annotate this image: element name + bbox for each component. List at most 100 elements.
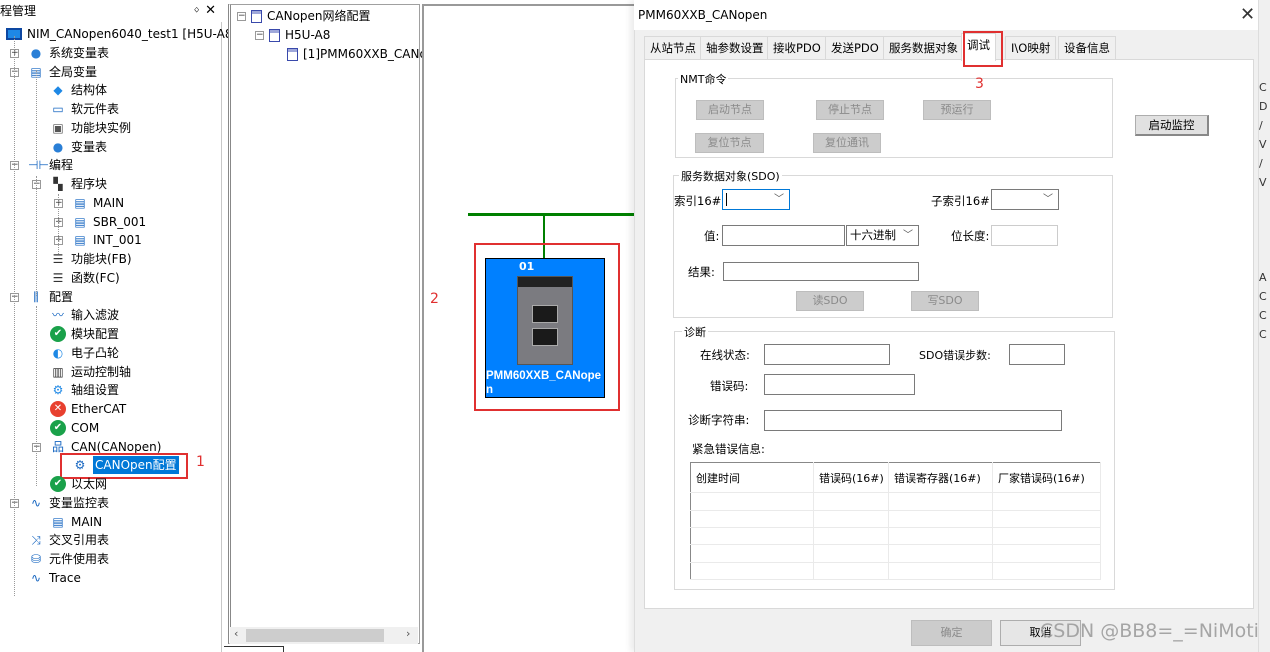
tree-item[interactable]: ▤ MAIN	[72, 194, 124, 212]
stop-node-button[interactable]: 停止节点	[816, 100, 884, 120]
tree-item[interactable]: 〰输入滤波	[50, 306, 119, 324]
collapse-icon[interactable]: −	[237, 12, 246, 21]
index-combo[interactable]: ﹀	[722, 189, 790, 210]
network-tree-label: CANopen网络配置	[267, 9, 371, 23]
tab-6[interactable]: I\O映射	[1005, 36, 1057, 60]
column-header-error-code[interactable]: 错误码(16#)	[813, 462, 889, 494]
reset-communication-button[interactable]: 复位通讯	[813, 133, 881, 153]
tab-2[interactable]: 接收PDO	[767, 36, 827, 60]
tab-4[interactable]: 服务数据对象	[883, 36, 964, 60]
tree-item[interactable]: ◆ 结构体	[50, 81, 107, 99]
reset-node-button[interactable]: 复位节点	[695, 133, 764, 153]
tree-item-label: Trace	[49, 570, 81, 585]
format-select[interactable]: 十六进制 ﹀	[846, 225, 919, 246]
tree-item[interactable]: ⊣⊢ 编程	[28, 156, 73, 174]
result-input[interactable]	[723, 262, 919, 281]
error-code-label: 错误码:	[710, 379, 749, 393]
tree-item[interactable]: ✕ EtherCAT	[50, 400, 126, 418]
ok-button[interactable]: 确定	[911, 620, 992, 646]
sdo-error-steps-input[interactable]	[1009, 344, 1065, 365]
tree-item[interactable]: ☰ 功能块(FB)	[50, 250, 132, 268]
tree-item[interactable]: ⚙ 轴组设置	[50, 381, 119, 399]
diag-string-input[interactable]	[764, 410, 1062, 431]
trace-icon: ∿	[30, 570, 42, 585]
value-input[interactable]	[722, 225, 845, 246]
tree-item[interactable]: ▥ 运动控制轴	[50, 363, 131, 381]
tree-item[interactable]: ☰ 函数(FC)	[50, 269, 120, 287]
program-icon: ▤	[74, 233, 86, 248]
scroll-right-icon[interactable]: ›	[406, 627, 410, 640]
network-tree-item[interactable]: CANopen网络配置	[251, 7, 371, 25]
tree-item[interactable]: ✔ COM	[50, 419, 99, 437]
tree-item-label: 功能块实例	[71, 120, 132, 135]
tab-7[interactable]: 设备信息	[1058, 36, 1116, 60]
collapse-icon[interactable]: −	[255, 31, 264, 40]
tab-0[interactable]: 从站节点	[644, 36, 702, 60]
read-sdo-button[interactable]: 读SDO	[796, 291, 864, 311]
column-header-error-register[interactable]: 错误寄存器(16#)	[888, 462, 993, 494]
tree-item[interactable]: ✔ 模块配置	[50, 325, 119, 343]
bit-length-input[interactable]	[991, 225, 1058, 246]
tree-item[interactable]: ✔ 以太网	[50, 475, 107, 493]
network-canvas[interactable]: 2 01 PMM60XXB_CANopen	[422, 4, 648, 652]
online-status-input[interactable]	[764, 344, 890, 365]
tree-item[interactable]: NIM_CANopen6040_test1 [H5U-A8]	[6, 25, 237, 43]
table-row[interactable]	[690, 544, 1101, 563]
pin-icon[interactable]: ᛜ	[193, 0, 200, 22]
tree-item[interactable]: ◐ 电子凸轮	[50, 344, 119, 362]
close-icon[interactable]: ✕	[205, 0, 216, 22]
tree-item[interactable]: ▤ 全局变量	[28, 63, 97, 81]
diag-string-label: 诊断字符串:	[688, 413, 750, 427]
table-row[interactable]	[690, 562, 1101, 581]
tree-item[interactable]: ∿ Trace	[28, 569, 81, 587]
cross-ref-icon: ⤨	[31, 533, 41, 548]
tree-item[interactable]: ▣ 功能块实例	[50, 119, 131, 137]
check-icon: ✔	[50, 419, 66, 436]
write-sdo-button[interactable]: 写SDO	[911, 291, 979, 311]
tree-item[interactable]: ● 变量表	[50, 138, 107, 156]
scrollbar-thumb[interactable]	[246, 629, 384, 642]
tree-item[interactable]: ● 系统变量表	[28, 44, 109, 62]
chevron-down-icon: ﹀	[1043, 194, 1053, 205]
error-code-input[interactable]	[764, 374, 915, 395]
background-window-edge: C D / V / V A C C C	[1258, 0, 1270, 652]
start-monitor-button[interactable]: 启动监控	[1135, 115, 1209, 136]
column-header-vendor-error-code[interactable]: 厂家错误码(16#)	[992, 462, 1101, 494]
tree-item[interactable]: ⫼ 配置	[28, 288, 73, 306]
column-header-create-time[interactable]: 创建时间	[690, 462, 814, 494]
table-row[interactable]	[690, 510, 1101, 528]
struct-icon: ◆	[53, 83, 63, 98]
cam-icon: ◐	[52, 345, 64, 360]
scroll-left-icon[interactable]: ‹	[234, 627, 238, 640]
table-row[interactable]	[690, 492, 1101, 511]
tree-item-label: 输入滤波	[71, 308, 120, 323]
tree-item-label: NIM_CANopen6040_test1 [H5U-A8]	[27, 27, 238, 41]
close-icon[interactable]: ✕	[1240, 4, 1255, 25]
tree-item[interactable]: ▚ 程序块	[50, 175, 107, 193]
tab-1[interactable]: 轴参数设置	[700, 36, 770, 60]
subindex-combo[interactable]: ﹀	[991, 189, 1059, 210]
tab-3[interactable]: 发送PDO	[825, 36, 885, 60]
slave-node[interactable]: 01 PMM60XXB_CANopen	[485, 258, 605, 398]
database-icon: ⛁	[30, 552, 42, 566]
network-tree-item[interactable]: H5U-A8	[269, 26, 330, 44]
can-bus-line	[468, 213, 648, 216]
pre-operational-button[interactable]: 预运行	[923, 100, 991, 120]
tree-item-label: EtherCAT	[71, 402, 127, 416]
table-row[interactable]	[690, 527, 1101, 546]
tree-item[interactable]: ▤ MAIN	[50, 513, 102, 531]
tree-item[interactable]: ⤨ 交叉引用表	[28, 531, 109, 549]
tree-item[interactable]: ▤ INT_001	[72, 231, 141, 249]
emergency-error-table[interactable]: 创建时间 错误码(16#) 错误寄存器(16#) 厂家错误码(16#)	[690, 462, 1101, 581]
tree-guide-line	[14, 36, 15, 596]
tree-item[interactable]: ▭ 软元件表	[50, 100, 119, 118]
blocks-icon: ▚	[53, 177, 63, 191]
start-node-button[interactable]: 启动节点	[696, 100, 764, 120]
tree-item-label: 软元件表	[71, 102, 120, 116]
chevron-down-icon: ﹀	[774, 194, 784, 205]
tree-item[interactable]: ▤ SBR_001	[72, 213, 146, 231]
tree-item[interactable]: ∿ 变量监控表	[28, 494, 109, 512]
tree-guide-line	[36, 70, 37, 160]
tree-item[interactable]: ⛁ 元件使用表	[28, 550, 109, 568]
horizontal-scrollbar[interactable]: ‹ ›	[230, 627, 418, 644]
